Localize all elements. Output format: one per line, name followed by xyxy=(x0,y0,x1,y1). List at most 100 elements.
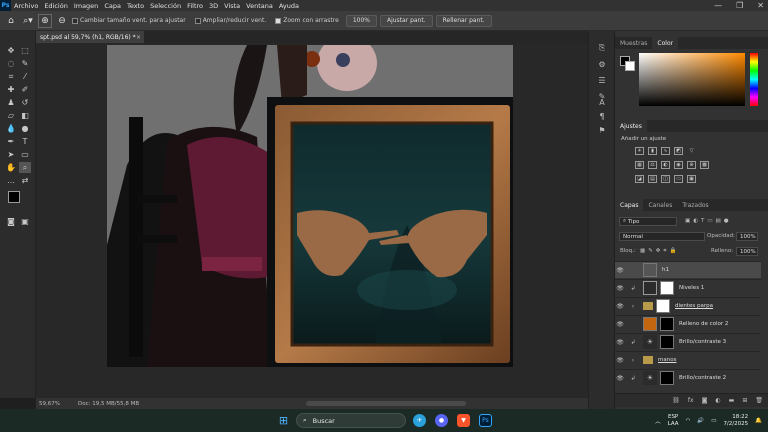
marquee-tool-icon[interactable]: ⬚ xyxy=(19,45,31,56)
new-group-icon[interactable]: ▬ xyxy=(729,397,735,404)
tab-paths[interactable]: Trazados xyxy=(677,199,713,211)
fill-screen-button[interactable]: Rellenar pant. xyxy=(435,14,492,27)
brush-tool-icon[interactable]: ✐ xyxy=(19,84,31,95)
menu-seleccion[interactable]: Selección xyxy=(147,2,184,10)
eyedropper-icon[interactable]: ⁄ xyxy=(19,71,31,82)
zoom-tool-icon[interactable]: ⌕ xyxy=(19,162,31,173)
dodge-tool-icon[interactable]: ● xyxy=(19,123,31,134)
exposure-adj-icon[interactable]: ◩ xyxy=(674,147,683,155)
layer-name[interactable]: manos xyxy=(658,357,676,363)
eraser-icon[interactable]: ▱ xyxy=(5,110,17,121)
glyphs-icon[interactable]: ⚑ xyxy=(596,125,608,135)
mask-icon[interactable]: ◙ xyxy=(702,397,708,404)
screen-mode-icon[interactable]: ▣ xyxy=(19,216,31,227)
layer-row[interactable]: 👁 ↲ ☀ Brillo/contraste 3 xyxy=(615,333,761,350)
adjustments-sliders-icon[interactable]: ☰ xyxy=(596,75,608,85)
invert-adj-icon[interactable]: ◪ xyxy=(635,175,644,183)
stamp-tool-icon[interactable]: ♟ xyxy=(5,97,17,108)
layer-row[interactable]: 👁 › manos xyxy=(615,351,761,368)
chevron-right-icon[interactable]: › xyxy=(629,357,637,364)
notifications-icon[interactable]: 🔔 xyxy=(755,418,762,424)
menu-edicion[interactable]: Edición xyxy=(41,2,71,10)
eye-icon[interactable]: 👁 xyxy=(615,375,625,382)
zoom-in-icon[interactable]: ⊕ xyxy=(38,13,52,28)
menu-ventana[interactable]: Ventana xyxy=(243,2,276,10)
edit-toolbar-icon[interactable]: ⇄ xyxy=(19,175,31,186)
menu-filtro[interactable]: Filtro xyxy=(184,2,206,10)
zoom-100-button[interactable]: 100% xyxy=(345,14,377,27)
curves-adj-icon[interactable]: ∿ xyxy=(661,147,670,155)
eye-icon[interactable]: 👁 xyxy=(615,267,625,274)
wifi-icon[interactable]: ◠ xyxy=(686,418,691,424)
close-button[interactable]: ✕ xyxy=(757,1,764,10)
document-close-icon[interactable]: × xyxy=(136,34,141,41)
layer-kind-filter[interactable]: ⌕ Tipo xyxy=(619,217,677,226)
menu-3d[interactable]: 3D xyxy=(206,2,221,10)
zoom-level[interactable]: 59,67% xyxy=(39,401,60,407)
layer-name[interactable]: h1 xyxy=(662,267,669,273)
properties-icon[interactable]: ⚙ xyxy=(596,59,608,69)
horizontal-scrollbar[interactable] xyxy=(306,401,466,406)
eye-icon[interactable]: 👁 xyxy=(615,285,625,292)
volume-icon[interactable]: 🔊 xyxy=(697,418,704,424)
type-tool-icon[interactable]: T xyxy=(19,136,31,147)
canvas-area[interactable] xyxy=(36,43,588,398)
windows-start-icon[interactable]: ⊞ xyxy=(277,414,290,427)
selective-color-adj-icon[interactable]: ▣ xyxy=(687,175,696,183)
resize-windows-checkbox[interactable]: Cambiar tamaño vent. para ajustar xyxy=(72,17,186,24)
document-tab[interactable]: spt.psd al 59,7% (h1, RGB/16) * × xyxy=(36,31,144,43)
home-icon[interactable]: ⌂ xyxy=(4,14,18,28)
menu-vista[interactable]: Vista xyxy=(221,2,243,10)
tab-swatches[interactable]: Muestras xyxy=(615,37,652,49)
blend-mode-select[interactable]: Normal xyxy=(619,232,705,241)
eye-icon[interactable]: 👁 xyxy=(615,357,625,364)
eye-icon[interactable]: 👁 xyxy=(615,339,625,346)
crop-tool-icon[interactable]: ⌗ xyxy=(5,71,17,82)
channel-mixer-adj-icon[interactable]: ⊕ xyxy=(687,161,696,169)
new-layer-icon[interactable]: ⊞ xyxy=(742,397,747,404)
bw-adj-icon[interactable]: ◐ xyxy=(661,161,670,169)
layer-name[interactable]: Brillo/contraste 3 xyxy=(679,339,726,345)
hue-sat-adj-icon[interactable]: ▦ xyxy=(635,161,644,169)
tab-color[interactable]: Color xyxy=(652,37,679,49)
character-icon[interactable]: A xyxy=(596,97,608,107)
fit-screen-button[interactable]: Ajustar pant. xyxy=(379,14,433,27)
eye-icon[interactable]: 👁 xyxy=(615,321,625,328)
healing-brush-icon[interactable]: ✚ xyxy=(5,84,17,95)
hand-tool-icon[interactable]: ✋ xyxy=(5,162,17,173)
pen-tool-icon[interactable]: ✒ xyxy=(5,136,17,147)
fill-input[interactable]: 100% xyxy=(736,247,758,256)
battery-icon[interactable]: ▭ xyxy=(711,418,716,424)
language-indicator[interactable]: ESP LAA xyxy=(668,414,679,428)
vibrance-adj-icon[interactable]: ▽ xyxy=(687,147,696,155)
layer-name[interactable]: Niveles 1 xyxy=(679,285,704,291)
photo-filter-adj-icon[interactable]: ◉ xyxy=(674,161,683,169)
quick-mask-icon[interactable]: ◙ xyxy=(5,216,17,227)
paragraph-icon[interactable]: ¶ xyxy=(596,111,608,121)
tab-adjustments[interactable]: Ajustes xyxy=(615,120,647,132)
filter-icons[interactable]: ▣◐T▭▤● xyxy=(685,218,732,224)
gradient-map-adj-icon[interactable]: ▭ xyxy=(674,175,683,183)
layer-row[interactable]: 👁 ↲ ☀ Brillo/contraste 2 xyxy=(615,369,761,386)
chevron-right-icon[interactable]: › xyxy=(629,303,637,310)
fx-icon[interactable]: fx xyxy=(688,397,694,404)
posterize-adj-icon[interactable]: ▤ xyxy=(648,175,657,183)
menu-ayuda[interactable]: Ayuda xyxy=(276,2,302,10)
threshold-adj-icon[interactable]: ◫ xyxy=(661,175,670,183)
telegram-icon[interactable]: ✈ xyxy=(413,414,426,427)
layer-name[interactable]: dientes parpa xyxy=(675,303,713,309)
layer-row[interactable]: 👁 Relleno de color 2 xyxy=(615,315,761,332)
quick-select-icon[interactable]: ✎ xyxy=(19,58,31,69)
link-icon[interactable]: ⛓ xyxy=(672,397,680,404)
history-brush-icon[interactable]: ↺ xyxy=(19,97,31,108)
lasso-tool-icon[interactable]: ◌ xyxy=(5,58,17,69)
color-picker-field[interactable] xyxy=(639,53,745,106)
move-tool-icon[interactable]: ✥ xyxy=(5,45,17,56)
minimize-button[interactable]: — xyxy=(714,1,722,10)
zoom-tool-icon[interactable]: ⌕▾ xyxy=(21,14,35,28)
adjustment-layer-icon[interactable]: ◐ xyxy=(715,397,720,404)
hue-slider[interactable] xyxy=(750,53,758,106)
layer-row[interactable]: 👁 h1 xyxy=(615,261,761,278)
menu-capa[interactable]: Capa xyxy=(101,2,124,10)
chevron-up-icon[interactable]: ︿ xyxy=(655,417,661,425)
